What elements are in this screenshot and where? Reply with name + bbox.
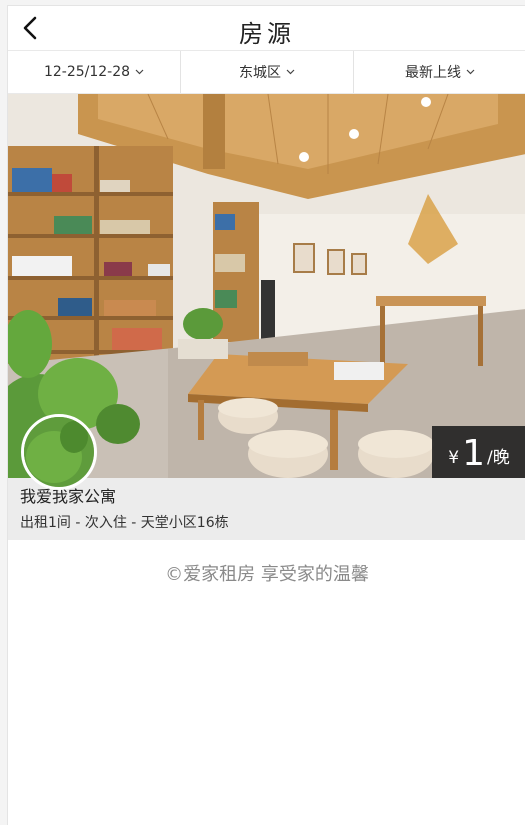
app-frame: 房源 12-25/12-28 东城区 最新上线 ¥ 1 /晚 我爱我家公寓 出租… xyxy=(7,5,525,825)
date-range-filter[interactable]: 12-25/12-28 xyxy=(8,51,181,93)
chevron-down-icon xyxy=(286,69,295,75)
listing-info: 我爱我家公寓 出租1间 - 次入住 - 天堂小区16栋 xyxy=(8,478,525,540)
listing-photo xyxy=(8,94,525,478)
listing-details: 出租1间 - 次入住 - 天堂小区16栋 xyxy=(20,515,229,531)
listing-card[interactable]: ¥ 1 /晚 我爱我家公寓 出租1间 - 次入住 - 天堂小区16栋 xyxy=(8,94,525,540)
avatar-image xyxy=(24,417,94,487)
sort-filter[interactable]: 最新上线 xyxy=(354,51,525,93)
date-range-label: 12-25/12-28 xyxy=(43,64,131,80)
filter-bar: 12-25/12-28 东城区 最新上线 xyxy=(8,51,525,94)
listing-name: 我爱我家公寓 xyxy=(20,487,117,506)
chevron-down-icon xyxy=(135,69,144,75)
price-tag: ¥ 1 /晚 xyxy=(432,426,525,478)
district-filter[interactable]: 东城区 xyxy=(181,51,354,93)
top-bar: 房源 xyxy=(8,6,525,51)
footer-slogan: ©爱家租房 享受家的温馨 xyxy=(165,564,369,585)
chevron-down-icon xyxy=(466,69,475,75)
district-label: 东城区 xyxy=(239,65,281,81)
sort-label: 最新上线 xyxy=(405,65,461,81)
price-currency: ¥ xyxy=(448,448,460,468)
price-value: 1 xyxy=(462,433,485,474)
price-unit: /晚 xyxy=(487,448,510,468)
host-avatar[interactable] xyxy=(21,414,97,490)
page-title: 房源 xyxy=(239,20,295,48)
